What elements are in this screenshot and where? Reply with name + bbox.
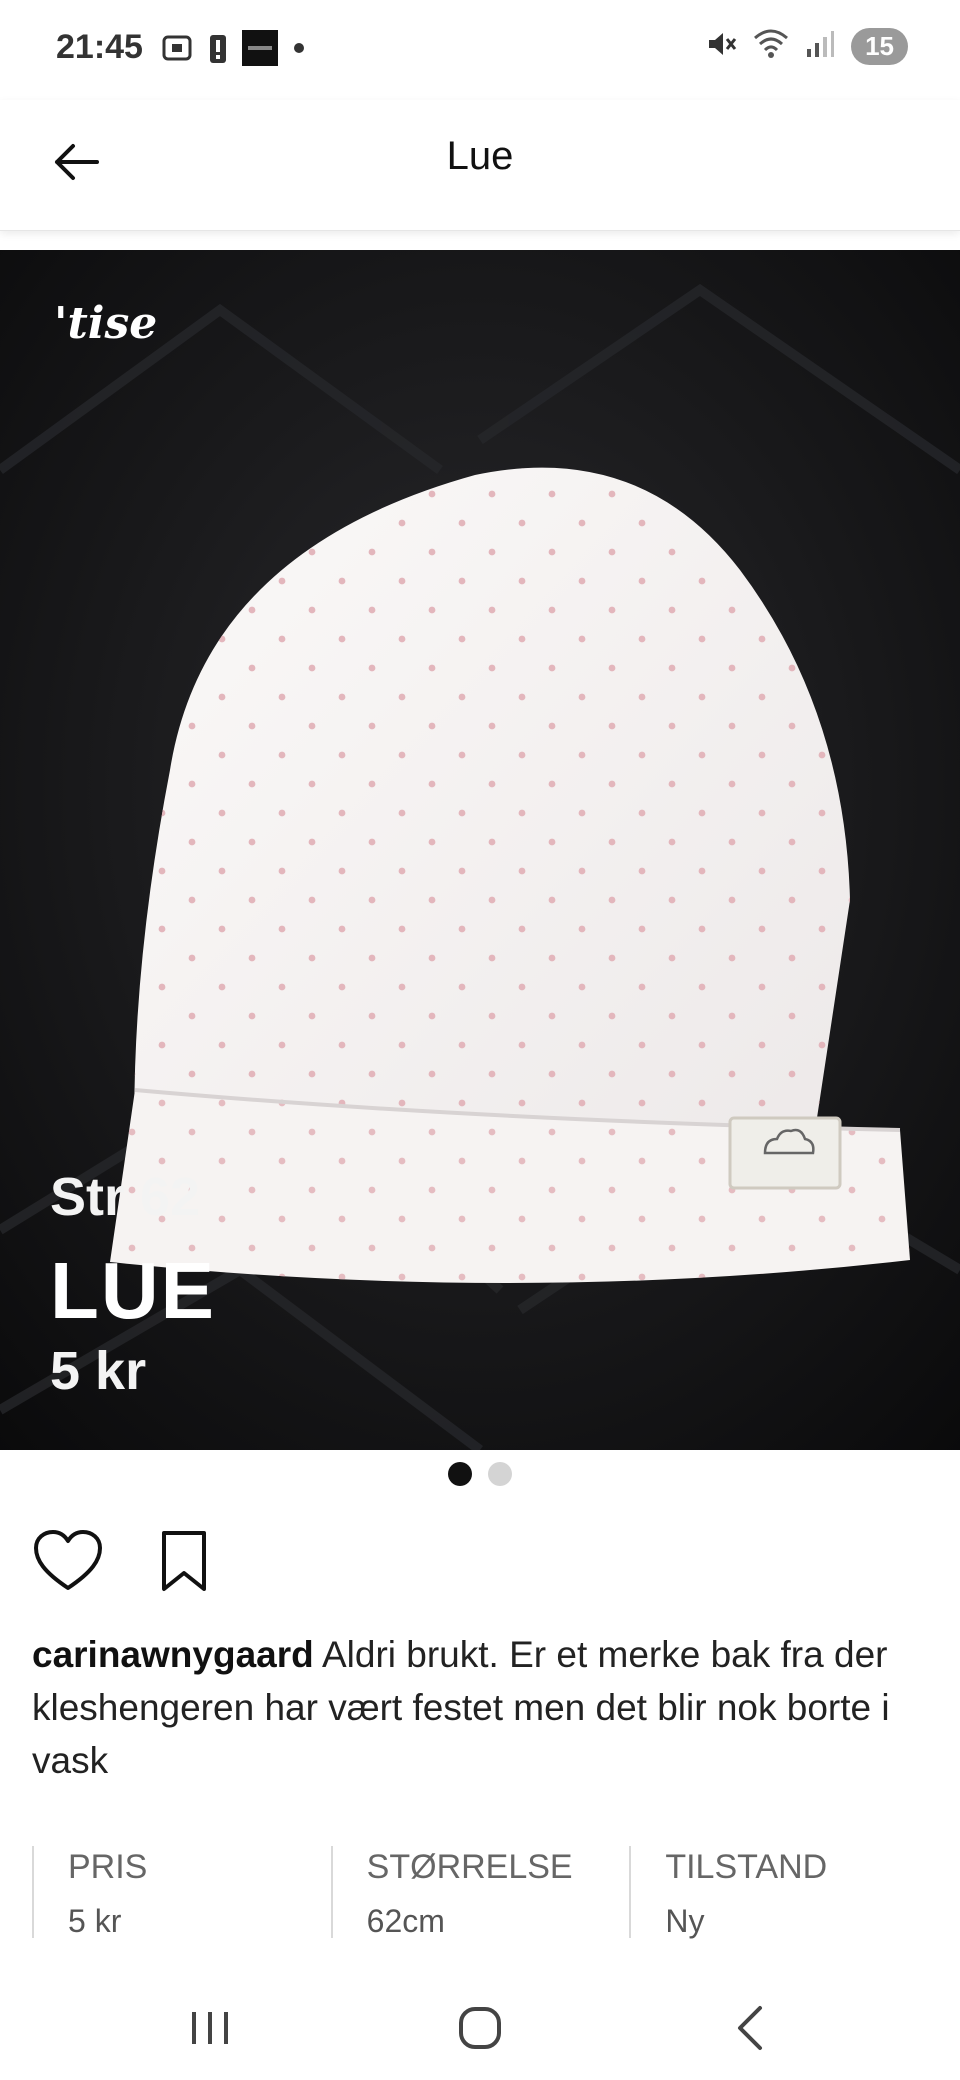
product-details: PRIS 5 kr STØRRELSE 62cm TILSTAND Ny <box>32 1846 928 1939</box>
detail-size-value: 62cm <box>366 1903 445 1939</box>
username-link[interactable]: carinawnygaard <box>32 1634 314 1675</box>
home-icon <box>459 2007 501 2049</box>
carousel-indicator <box>0 1462 960 1486</box>
recents-icon <box>192 2012 228 2044</box>
heart-outline-icon <box>34 1530 102 1590</box>
detail-condition-value: Ny <box>665 1903 705 1939</box>
status-bar: 21:45 15 <box>0 0 960 100</box>
detail-condition-label: TILSTAND <box>665 1848 828 1886</box>
post-description: carinawnygaard Aldri brukt. Er et merke … <box>32 1628 932 1787</box>
detail-condition: TILSTAND Ny <box>629 1846 928 1939</box>
like-button[interactable] <box>32 1526 104 1596</box>
screenshot-icon <box>160 31 194 70</box>
detail-price: PRIS 5 kr <box>32 1846 331 1939</box>
system-nav-bar <box>0 1975 960 2080</box>
mute-icon <box>705 28 737 65</box>
app-thumbnail-icon <box>242 30 278 71</box>
carousel-dot-1[interactable] <box>448 1462 472 1486</box>
overlay-price: 5 kr <box>50 1341 147 1401</box>
overlay-size: Str 62 <box>50 1167 201 1227</box>
detail-size: STØRRELSE 62cm <box>330 1846 630 1939</box>
battery-level: 15 <box>851 28 908 65</box>
signal-icon <box>805 29 835 64</box>
recents-button[interactable] <box>170 1993 250 2063</box>
back-icon <box>738 2006 762 2050</box>
app-bar: Lue <box>0 100 960 231</box>
bookmark-outline-icon <box>162 1531 206 1591</box>
post-actions <box>32 1526 220 1596</box>
carousel-dot-2[interactable] <box>488 1462 512 1486</box>
detail-size-label: STØRRELSE <box>366 1848 573 1886</box>
save-button[interactable] <box>148 1526 220 1596</box>
detail-price-label: PRIS <box>68 1848 148 1886</box>
page-title: Lue <box>446 134 514 178</box>
dot-icon <box>292 41 306 60</box>
wifi-icon <box>753 28 789 65</box>
detail-price-value: 5 kr <box>68 1903 122 1939</box>
status-time: 21:45 <box>56 28 143 66</box>
product-image[interactable]: 'tise Str 62 LUE 5 kr <box>0 250 960 1450</box>
battery-alert-icon <box>208 31 228 70</box>
tise-watermark: 'tise <box>54 298 158 349</box>
system-back-button[interactable] <box>710 1993 790 2063</box>
home-button[interactable] <box>440 1993 520 2063</box>
overlay-title: LUE <box>50 1246 216 1335</box>
